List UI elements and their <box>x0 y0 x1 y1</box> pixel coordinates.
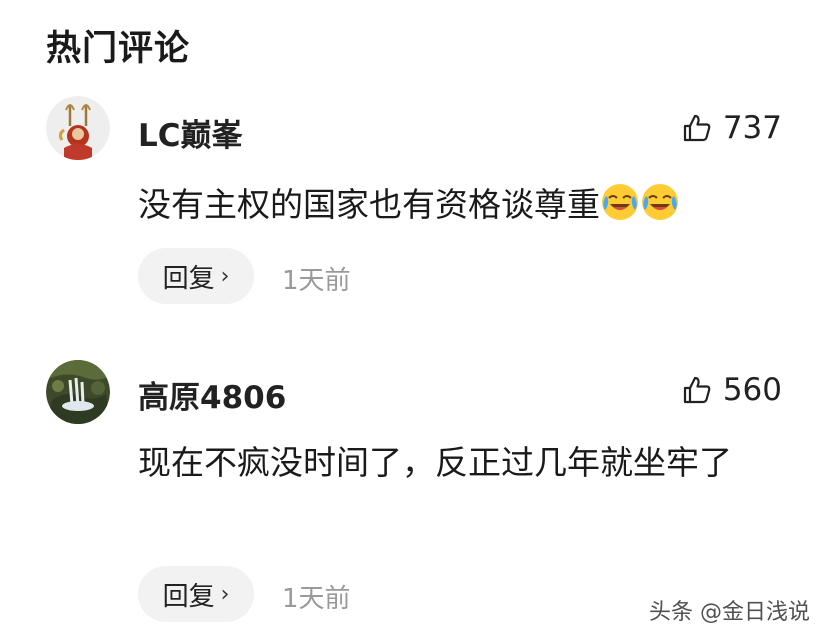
laugh-cry-emoji <box>642 184 678 220</box>
comment-text: 现在不疯没时间了，反正过几年就坐牢了 <box>138 443 732 482</box>
avatar-image <box>46 360 110 424</box>
comment-time: 1天前 <box>282 584 351 614</box>
section-title: 热门评论 <box>46 29 191 69</box>
comment-text: 没有主权的国家也有资格谈尊重 <box>138 180 788 230</box>
avatar[interactable] <box>46 360 110 424</box>
comment-time: 1天前 <box>282 266 351 296</box>
like-button[interactable]: 737 <box>681 110 782 146</box>
username[interactable]: LC巅峯 <box>138 110 243 155</box>
laugh-cry-emoji <box>602 184 638 220</box>
watermark: 头条 @金日浅说 <box>649 600 810 625</box>
username[interactable]: 高原4806 <box>138 372 286 417</box>
avatar[interactable] <box>46 96 110 160</box>
reply-button[interactable]: 回复 › <box>138 566 254 622</box>
thumbs-up-icon <box>683 114 711 142</box>
reply-label: 回复 <box>162 263 215 294</box>
thumbs-up-icon <box>683 376 711 404</box>
chevron-right-icon: › <box>220 263 230 289</box>
reply-label: 回复 <box>162 581 215 612</box>
like-count: 737 <box>722 110 782 146</box>
comment-text-body: 没有主权的国家也有资格谈尊重 <box>138 185 600 224</box>
avatar-image <box>46 96 110 160</box>
reply-button[interactable]: 回复 › <box>138 248 254 304</box>
like-count: 560 <box>722 372 782 408</box>
like-button[interactable]: 560 <box>681 372 782 408</box>
chevron-right-icon: › <box>220 581 230 607</box>
